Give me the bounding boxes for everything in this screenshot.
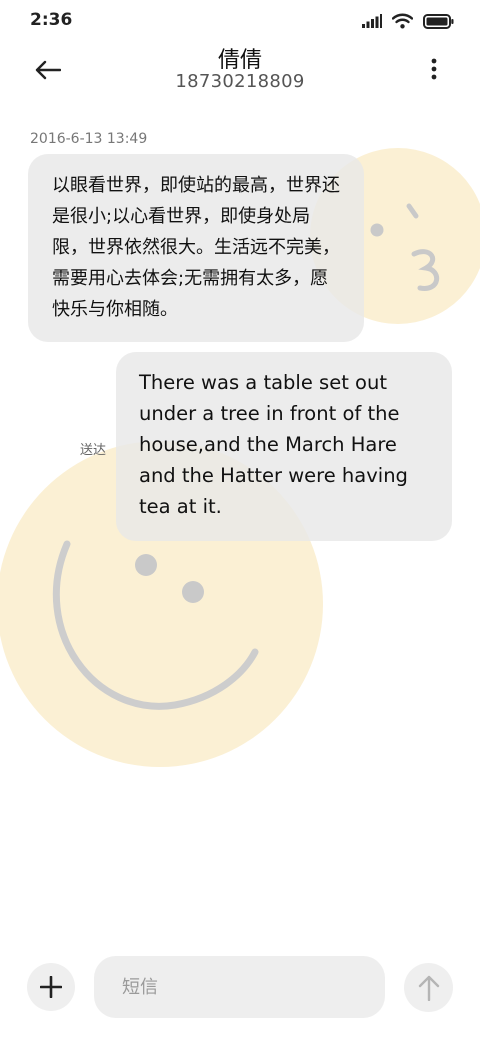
sms-conversation-screen: 2:36 倩倩 18730218809 2016-6-13 13:49 以眼看世… bbox=[0, 0, 480, 1040]
incoming-message-bubble[interactable]: 以眼看世界，即使站的最高，世界还是很小;以心看世界，即使身处局限，世界依然很大。… bbox=[28, 154, 364, 342]
wifi-icon bbox=[392, 13, 413, 29]
add-attachment-button[interactable] bbox=[27, 963, 75, 1011]
message-timestamp: 2016-6-13 13:49 bbox=[30, 131, 148, 147]
battery-icon bbox=[423, 13, 454, 29]
plus-icon bbox=[40, 976, 62, 998]
status-time: 2:36 bbox=[30, 10, 73, 30]
send-arrow-icon bbox=[418, 975, 439, 1001]
status-bar: 2:36 bbox=[0, 0, 480, 40]
more-options-button[interactable] bbox=[422, 54, 446, 84]
message-composer bbox=[0, 950, 480, 1030]
signal-icon bbox=[362, 14, 382, 28]
large-smiley-eye-right bbox=[182, 581, 204, 603]
send-button[interactable] bbox=[404, 963, 453, 1012]
large-smiley-eye-left bbox=[135, 554, 157, 576]
contact-number: 18730218809 bbox=[175, 71, 305, 92]
more-vertical-icon bbox=[431, 58, 437, 80]
message-input[interactable] bbox=[94, 956, 385, 1018]
small-smiley-eye bbox=[370, 223, 384, 237]
status-icons bbox=[362, 12, 454, 30]
outgoing-message-bubble[interactable]: There was a table set out under a tree i… bbox=[116, 352, 452, 541]
delivery-status: 送达 bbox=[80, 443, 107, 458]
contact-name: 倩倩 bbox=[217, 48, 262, 73]
conversation-header: 倩倩 18730218809 bbox=[0, 40, 480, 100]
